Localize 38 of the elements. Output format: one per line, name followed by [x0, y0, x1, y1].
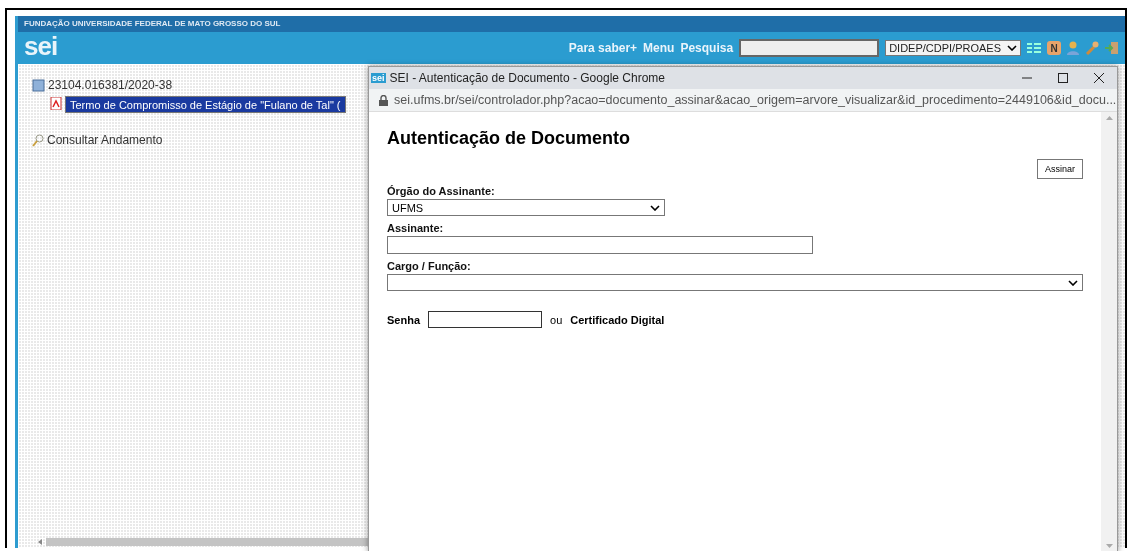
organ-select[interactable]: UFMS [387, 199, 665, 216]
close-icon[interactable] [1094, 73, 1104, 83]
page-heading: Autenticação de Documento [387, 128, 632, 149]
field-label: Assinante: [387, 222, 445, 234]
maximize-icon[interactable] [1058, 73, 1068, 83]
list-icon[interactable] [1027, 42, 1041, 54]
role-select[interactable] [387, 274, 1083, 291]
magnifier-icon[interactable] [32, 133, 44, 147]
vertical-scrollbar[interactable] [1101, 112, 1117, 551]
digital-certificate-option[interactable]: Certificado Digital [570, 313, 665, 326]
field-label: Cargo / Função: [387, 260, 472, 272]
window-title: SEI - Autenticação de Documento - Google Chrome [389, 71, 665, 85]
chevron-down-icon [650, 204, 660, 211]
field-label: Órgão do Assinante: [387, 185, 496, 197]
unit-select[interactable]: DIDEP/CDPI/PROAES [885, 40, 1021, 56]
scroll-down-icon[interactable] [1105, 544, 1113, 548]
sei-favicon: sei [371, 73, 386, 83]
sign-button[interactable]: Assinar [1037, 159, 1083, 179]
folder-icon [32, 78, 45, 92]
or-text: ou [550, 313, 563, 326]
scroll-up-icon[interactable] [1105, 116, 1113, 120]
notes-icon[interactable]: N [1047, 41, 1061, 55]
institution-name: FUNDAÇÃO UNIVERSIDADE FEDERAL DE MATO GROSSO DO SUL [18, 16, 1125, 32]
exit-icon[interactable] [1105, 41, 1119, 55]
scroll-left-icon[interactable] [38, 539, 42, 545]
chevron-down-icon [1007, 45, 1017, 51]
consult-progress-link[interactable]: Consultar Andamento [47, 133, 163, 147]
wrench-icon[interactable] [1085, 41, 1099, 55]
user-icon[interactable] [1067, 41, 1079, 55]
search-field[interactable] [739, 39, 880, 57]
document-link[interactable]: Termo de Compromisso de Estágio de "Fulano de Tal" ( [65, 96, 346, 113]
chevron-down-icon [1068, 279, 1078, 286]
process-number[interactable]: 23104.016381/2020-38 [48, 78, 173, 92]
lock-icon [379, 94, 388, 106]
password-field[interactable] [428, 311, 542, 328]
signer-input-field[interactable] [387, 236, 813, 254]
password-label: Senha [387, 313, 420, 326]
pdf-icon [50, 97, 62, 110]
